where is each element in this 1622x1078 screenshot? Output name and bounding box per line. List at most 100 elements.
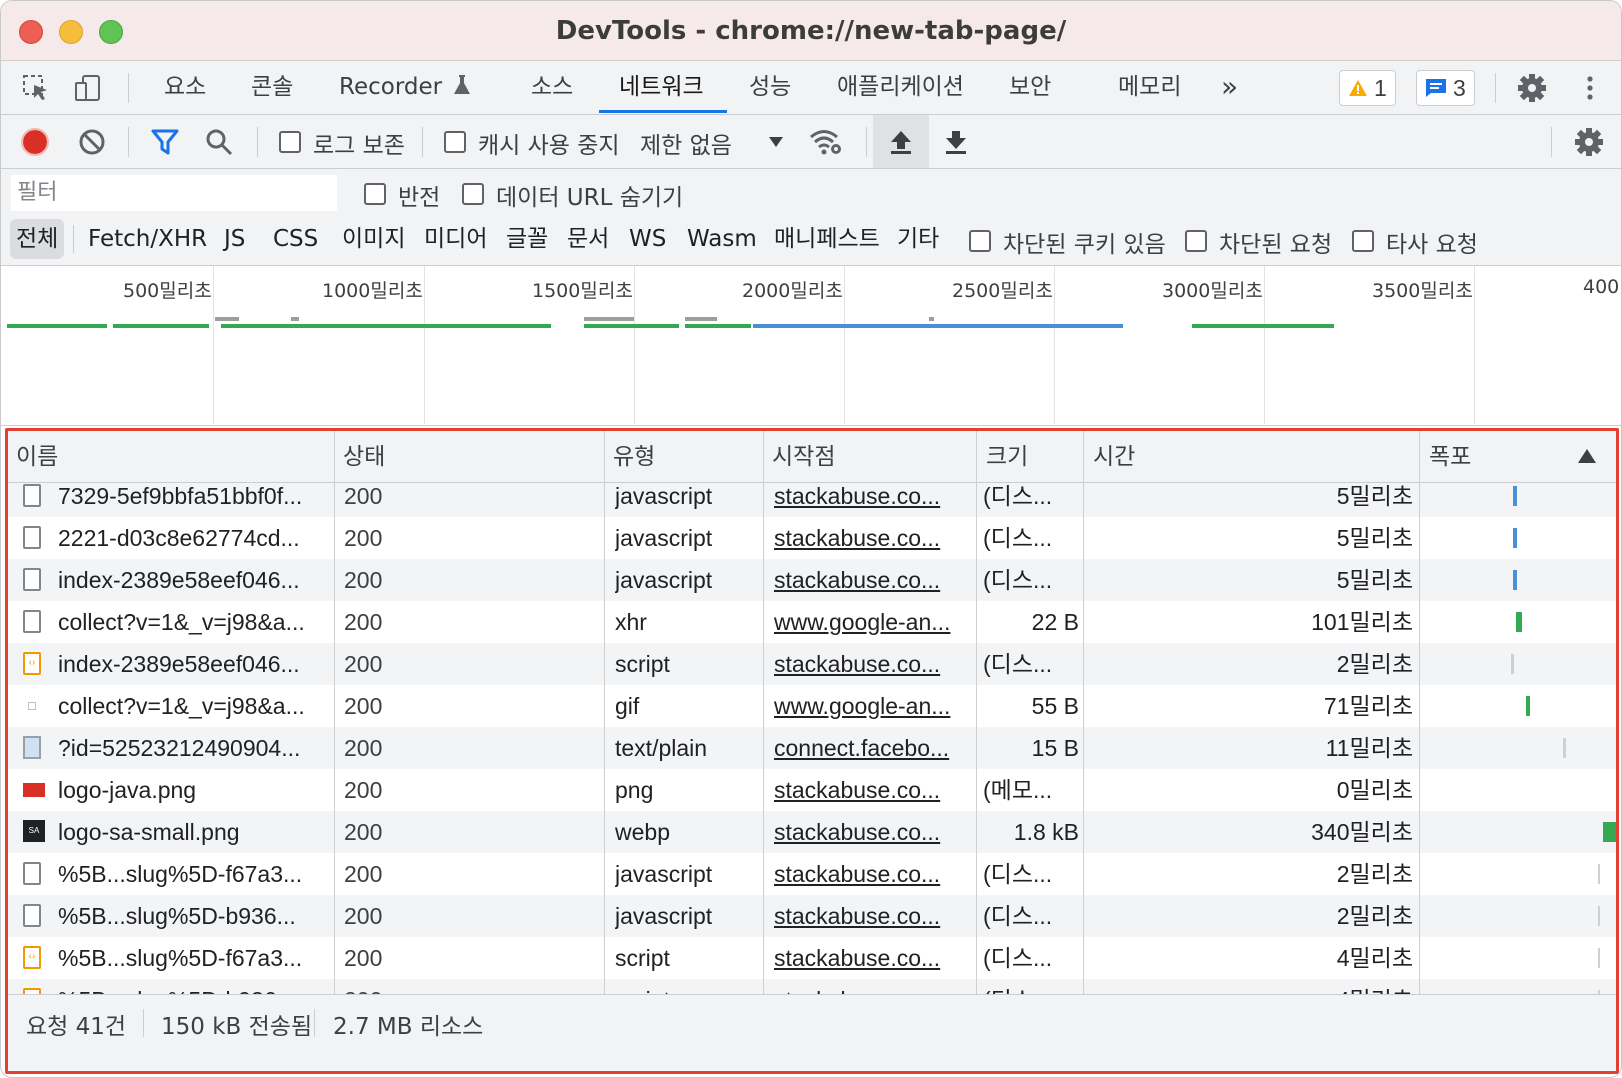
preserve-log-checkbox[interactable]	[279, 131, 301, 153]
network-settings-gear-icon[interactable]	[1572, 125, 1606, 159]
column-divider[interactable]	[763, 431, 764, 994]
table-row[interactable]: SA logo-sa-small.png 200 webp stackabuse.co.…	[8, 811, 1616, 853]
network-conditions-icon[interactable]	[809, 125, 843, 159]
blocked-cookies-checkbox[interactable]	[969, 230, 991, 252]
third-party-checkbox[interactable]	[1352, 230, 1374, 252]
column-name[interactable]: 이름	[8, 431, 334, 483]
network-toolbar: 로그 보존 캐시 사용 중지 제한 없음	[1, 115, 1621, 169]
tab-elements[interactable]: 요소	[164, 61, 206, 115]
tab-sources[interactable]: 소스	[531, 61, 573, 115]
type-filter-media[interactable]: 미디어	[424, 219, 487, 259]
request-initiator[interactable]: connect.facebo...	[774, 727, 974, 769]
table-row[interactable]: ‹›%5B...slug%5D-b936...200scriptstackabu…	[8, 979, 1616, 994]
request-initiator[interactable]: stackabuse.co...	[774, 517, 974, 559]
request-type: javascript	[615, 861, 713, 887]
disable-cache-checkbox[interactable]	[444, 131, 466, 153]
request-time: 11밀리초	[1325, 735, 1413, 761]
blocked-cookies-label: 차단된 쿠키 있음	[1003, 232, 1166, 258]
table-row[interactable]: 7329-5ef9bbfa51bbf0f... 200 javascript stac…	[8, 483, 1616, 517]
type-filter-js[interactable]: JS	[224, 219, 245, 259]
filter-funnel-icon[interactable]	[148, 125, 182, 159]
warnings-badge[interactable]: 1	[1339, 70, 1396, 106]
column-size[interactable]: 크기	[978, 431, 1084, 483]
request-initiator[interactable]: www.google-an...	[774, 601, 974, 643]
request-size: 15 B	[1031, 735, 1079, 761]
column-divider[interactable]	[604, 431, 605, 994]
settings-gear-icon[interactable]	[1515, 71, 1549, 105]
type-filter-doc[interactable]: 문서	[567, 219, 609, 259]
overview-tick: 400	[1583, 276, 1620, 298]
type-filter-all[interactable]: 전체	[10, 219, 65, 259]
request-name: logo-sa-small.png	[58, 819, 240, 845]
table-row[interactable]: %5B...slug%5D-b936... 200 javascript stacka…	[8, 895, 1616, 937]
column-divider[interactable]	[976, 431, 977, 994]
column-divider[interactable]	[1083, 431, 1084, 994]
table-row[interactable]: %5B...slug%5D-f67a3... 200 javascript stack…	[8, 853, 1616, 895]
request-time: 4밀리초	[1093, 979, 1413, 994]
chevron-down-icon[interactable]	[759, 125, 793, 159]
blocked-requests-checkbox[interactable]	[1185, 230, 1207, 252]
request-initiator[interactable]: www.google-an...	[774, 685, 974, 727]
device-toolbar-icon[interactable]	[71, 71, 105, 105]
tab-network[interactable]: 네트워크	[619, 61, 704, 115]
request-initiator[interactable]: stackabuse.co...	[774, 979, 974, 994]
table-row[interactable]: collect?v=1&_v=j98&a... 200 xhr www.google-…	[8, 601, 1616, 643]
tab-performance[interactable]: 성능	[749, 61, 791, 115]
column-initiator[interactable]: 시작점	[764, 431, 976, 483]
request-initiator[interactable]: stackabuse.co...	[774, 483, 974, 517]
type-filter-ws[interactable]: WS	[629, 219, 666, 259]
table-row[interactable]: ?id=52523212490904... 200 text/plain connec…	[8, 727, 1616, 769]
request-type: gif	[615, 693, 640, 719]
table-row[interactable]: index-2389e58eef046... 200 javascript stack…	[8, 559, 1616, 601]
request-size: (디스...	[983, 525, 1053, 551]
column-status[interactable]: 상태	[335, 431, 600, 483]
column-time[interactable]: 시간	[1085, 431, 1420, 483]
column-waterfall[interactable]: 폭포	[1421, 431, 1616, 483]
tab-recorder[interactable]: Recorder	[339, 61, 471, 115]
network-overview[interactable]: 500밀리초 1000밀리초 1500밀리초 2000밀리초 2500밀리초 3…	[1, 266, 1621, 426]
filter-input[interactable]: 필터	[11, 175, 337, 211]
request-initiator[interactable]: stackabuse.co...	[774, 811, 974, 853]
type-filter-fetch-xhr[interactable]: Fetch/XHR	[88, 219, 207, 259]
more-tabs-button[interactable]: »	[1221, 61, 1238, 115]
request-initiator[interactable]: stackabuse.co...	[774, 895, 974, 937]
request-initiator[interactable]: stackabuse.co...	[774, 559, 974, 601]
more-options-icon[interactable]	[1573, 71, 1607, 105]
column-type[interactable]: 유형	[605, 431, 759, 483]
download-icon[interactable]	[939, 125, 973, 159]
record-icon[interactable]	[18, 125, 52, 159]
search-icon[interactable]	[202, 125, 236, 159]
type-filter-css[interactable]: CSS	[273, 219, 318, 259]
type-filter-wasm[interactable]: Wasm	[687, 219, 757, 259]
tab-memory[interactable]: 메모리	[1118, 61, 1181, 115]
messages-badge[interactable]: 3	[1416, 70, 1475, 106]
column-divider[interactable]	[1419, 431, 1420, 994]
file-png-icon	[23, 783, 45, 797]
request-initiator[interactable]: stackabuse.co...	[774, 853, 974, 895]
table-row[interactable]: ‹› %5B...slug%5D-f67a3... 200 script stackab…	[8, 937, 1616, 979]
table-row[interactable]: 2221-d03c8e62774cd... 200 javascript stacka…	[8, 517, 1616, 559]
type-filter-other[interactable]: 기타	[897, 219, 939, 259]
request-status: 200	[344, 693, 383, 719]
inspect-element-icon[interactable]	[19, 71, 53, 105]
request-initiator[interactable]: stackabuse.co...	[774, 769, 974, 811]
tab-application[interactable]: 애플리케이션	[837, 61, 964, 115]
throttling-select[interactable]: 제한 없음	[640, 126, 732, 160]
table-row[interactable]: ‹› index-2389e58eef046... 200 script stackab…	[8, 643, 1616, 685]
tab-security[interactable]: 보안	[1009, 61, 1051, 115]
toolbar-divider	[1495, 73, 1496, 103]
table-row[interactable]: collect?v=1&_v=j98&a... 200 gif www.google-…	[8, 685, 1616, 727]
hide-data-urls-checkbox[interactable]	[462, 183, 484, 205]
type-filter-img[interactable]: 이미지	[342, 219, 405, 259]
upload-icon[interactable]	[884, 125, 918, 159]
type-filter-font[interactable]: 글꼴	[506, 219, 548, 259]
table-row[interactable]: logo-java.png 200 png stackabuse.co... (메모..…	[8, 769, 1616, 811]
request-initiator[interactable]: stackabuse.co...	[774, 937, 974, 979]
invert-checkbox[interactable]	[364, 183, 386, 205]
clear-icon[interactable]	[75, 125, 109, 159]
column-divider[interactable]	[334, 431, 335, 994]
type-filter-manifest[interactable]: 매니페스트	[774, 219, 880, 259]
request-initiator[interactable]: stackabuse.co...	[774, 643, 974, 685]
tab-console[interactable]: 콘솔	[251, 61, 293, 115]
overview-bar	[113, 324, 209, 328]
